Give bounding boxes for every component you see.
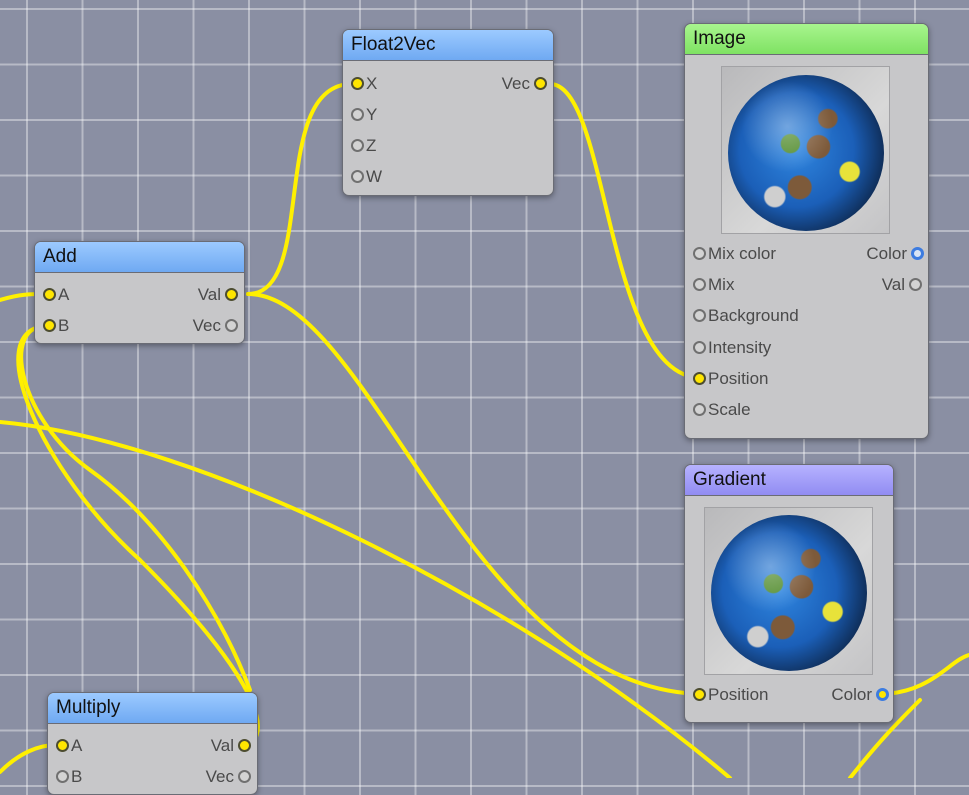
port-label: Vec xyxy=(205,767,234,786)
port-label: Vec xyxy=(192,316,221,335)
port-label: Color xyxy=(831,685,872,704)
wire-add-val-to-float2vec-x xyxy=(246,82,354,296)
port-connector-icon[interactable] xyxy=(238,769,251,783)
add-input-a[interactable]: A xyxy=(43,283,69,307)
port-label: Val xyxy=(210,736,234,755)
image-output-val[interactable]: Val xyxy=(882,273,922,297)
port-label: Color xyxy=(866,244,907,263)
multiply-input-b[interactable]: B xyxy=(56,765,82,789)
add-node-title[interactable]: Add xyxy=(35,242,244,273)
image-input-mix[interactable]: Mix xyxy=(693,273,734,297)
port-label: W xyxy=(366,167,383,186)
port-connector-icon[interactable] xyxy=(911,246,924,260)
port-label: A xyxy=(71,736,83,755)
image-node[interactable]: Image Mix color Mix Background Intensity… xyxy=(684,23,929,439)
port-connector-icon[interactable] xyxy=(693,371,706,385)
gradient-input-position[interactable]: Position xyxy=(693,683,768,707)
port-connector-icon[interactable] xyxy=(238,738,251,752)
wire-add-b-loop-down xyxy=(19,324,252,692)
port-connector-icon[interactable] xyxy=(351,76,364,90)
image-input-background[interactable]: Background xyxy=(693,304,799,328)
port-connector-icon[interactable] xyxy=(693,308,706,322)
port-label: Val xyxy=(881,275,905,294)
port-label: Y xyxy=(366,105,378,124)
float2vec-input-w[interactable]: W xyxy=(351,165,382,189)
multiply-input-a[interactable]: A xyxy=(56,734,82,758)
multiply-output-val[interactable]: Val xyxy=(211,734,251,758)
image-preview xyxy=(721,66,890,234)
add-node[interactable]: Add A B Val Vec xyxy=(34,241,245,344)
port-label: B xyxy=(71,767,83,786)
float2vec-output-vec[interactable]: Vec xyxy=(502,72,547,96)
multiply-output-vec[interactable]: Vec xyxy=(206,765,251,789)
port-label: X xyxy=(366,74,378,93)
port-label: A xyxy=(58,285,70,304)
port-label: Mix xyxy=(708,275,735,294)
port-connector-icon[interactable] xyxy=(693,687,706,701)
image-node-title[interactable]: Image xyxy=(685,24,928,55)
port-label: Z xyxy=(366,136,377,155)
gradient-node[interactable]: Gradient Position Color xyxy=(684,464,894,723)
float2vec-node[interactable]: Float2Vec X Y Z W Vec xyxy=(342,29,554,196)
image-input-intensity[interactable]: Intensity xyxy=(693,336,771,360)
add-input-b[interactable]: B xyxy=(43,314,69,338)
port-label: Scale xyxy=(708,400,751,419)
port-connector-icon[interactable] xyxy=(909,277,922,291)
port-label: Background xyxy=(708,306,799,325)
port-label: B xyxy=(58,316,70,335)
port-label: Position xyxy=(708,369,769,388)
add-output-val[interactable]: Val xyxy=(198,283,238,307)
port-connector-icon[interactable] xyxy=(351,169,364,183)
port-connector-icon[interactable] xyxy=(56,769,69,783)
port-connector-icon[interactable] xyxy=(876,687,889,701)
float2vec-input-y[interactable]: Y xyxy=(351,103,377,127)
multiply-node[interactable]: Multiply A B Val Vec xyxy=(47,692,258,795)
port-label: Position xyxy=(708,685,769,704)
port-connector-icon[interactable] xyxy=(56,738,69,752)
wire-add-val-to-gradient-position xyxy=(246,292,704,696)
port-connector-icon[interactable] xyxy=(43,287,56,301)
float2vec-input-x[interactable]: X xyxy=(351,72,377,96)
port-label: Intensity xyxy=(708,338,772,357)
image-input-position[interactable]: Position xyxy=(693,367,768,391)
port-connector-icon[interactable] xyxy=(693,246,706,260)
multiply-node-title[interactable]: Multiply xyxy=(48,693,257,724)
port-connector-icon[interactable] xyxy=(225,318,238,332)
planet-preview-image xyxy=(711,515,867,671)
port-connector-icon[interactable] xyxy=(534,76,547,90)
add-output-vec[interactable]: Vec xyxy=(193,314,238,338)
port-connector-icon[interactable] xyxy=(351,138,364,152)
port-connector-icon[interactable] xyxy=(693,277,706,291)
wire-float2vec-vec-to-image-position xyxy=(548,82,704,380)
port-label: Vec xyxy=(501,74,530,93)
planet-preview-image xyxy=(728,75,884,231)
gradient-node-title[interactable]: Gradient xyxy=(685,465,893,496)
float2vec-input-z[interactable]: Z xyxy=(351,134,376,158)
gradient-preview xyxy=(704,507,873,675)
port-connector-icon[interactable] xyxy=(693,402,706,416)
wire-add-b-loop-to-multiply xyxy=(16,324,260,747)
gradient-output-color[interactable]: Color xyxy=(831,683,889,707)
image-input-mix-color[interactable]: Mix color xyxy=(693,242,776,266)
port-connector-icon[interactable] xyxy=(693,340,706,354)
image-output-color[interactable]: Color xyxy=(866,242,924,266)
port-connector-icon[interactable] xyxy=(43,318,56,332)
port-connector-icon[interactable] xyxy=(225,287,238,301)
image-input-scale[interactable]: Scale xyxy=(693,398,751,422)
float2vec-node-title[interactable]: Float2Vec xyxy=(343,30,553,61)
port-label: Mix color xyxy=(708,244,777,263)
port-label: Val xyxy=(197,285,221,304)
port-connector-icon[interactable] xyxy=(351,107,364,121)
